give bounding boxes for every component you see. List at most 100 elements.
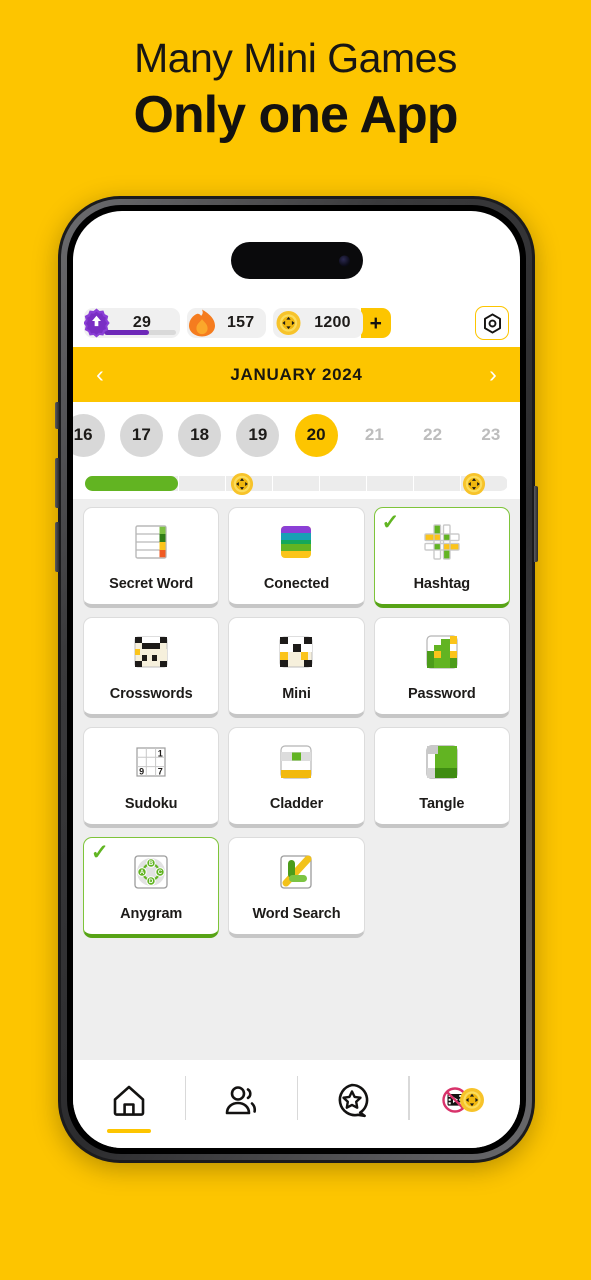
month-title: JANUARY 2024 xyxy=(230,364,363,384)
nav-item-home[interactable] xyxy=(73,1074,185,1133)
cladder-icon xyxy=(275,741,317,788)
game-card-label: Word Search xyxy=(252,905,341,922)
mini-crossword-icon xyxy=(275,631,317,678)
game-card[interactable]: Conected xyxy=(228,507,365,608)
coin-icon xyxy=(276,310,301,336)
game-area: Secret Word Conected ✓ Hashtag Crosswords Min… xyxy=(73,499,520,1060)
hashtag-icon xyxy=(421,521,463,568)
day-number: 19 xyxy=(236,413,280,457)
coins-chip[interactable]: 1200 xyxy=(273,308,363,338)
game-card-label: Anygram xyxy=(120,905,183,922)
phone-power-button xyxy=(534,486,538,562)
game-card-label: Sudoku xyxy=(124,795,178,812)
phone-volume-down-button xyxy=(55,522,59,572)
game-card-label: Password xyxy=(407,685,476,702)
svg-text:C: C xyxy=(158,870,163,876)
nav-item-remove-ads[interactable] xyxy=(408,1074,520,1126)
conected-icon xyxy=(275,521,317,568)
settings-gear-icon xyxy=(483,312,501,334)
reward-coin-marker[interactable] xyxy=(230,472,253,495)
settings-button[interactable] xyxy=(475,306,509,340)
dynamic-island xyxy=(230,242,363,279)
day-cell[interactable]: 21 xyxy=(345,414,403,457)
remove-ads-coin-icon xyxy=(442,1087,485,1113)
completed-check-icon: ✓ xyxy=(91,841,109,864)
month-bar: ‹ JANUARY 2024 › xyxy=(73,347,520,402)
day-number: 23 xyxy=(481,425,501,444)
game-card[interactable]: Secret Word xyxy=(83,507,220,608)
status-bar: 29 157 1200 + xyxy=(73,299,520,347)
svg-text:7: 7 xyxy=(158,766,163,776)
anygram-icon: BA CD xyxy=(130,851,172,898)
front-camera-icon xyxy=(338,255,350,266)
phone-screen: 29 157 1200 + ‹ JANUARY 2024 › 16 17 18 … xyxy=(73,211,520,1148)
reward-segment xyxy=(367,476,414,491)
day-cell[interactable]: 22 xyxy=(404,414,462,457)
next-month-button[interactable]: › xyxy=(482,363,504,386)
day-number: 17 xyxy=(119,413,163,457)
level-chip[interactable]: 29 xyxy=(84,308,180,338)
nav-item-friends[interactable] xyxy=(184,1074,297,1126)
reward-segment xyxy=(414,476,461,491)
game-card[interactable]: ✓ B A C D Anygram xyxy=(83,837,220,938)
game-card[interactable]: Cladder xyxy=(228,727,365,828)
reward-progress-bar xyxy=(73,468,520,499)
game-card[interactable]: ✓ Hashtag xyxy=(373,507,510,608)
streak-value: 157 xyxy=(227,314,255,331)
level-star-icon xyxy=(84,308,110,338)
bottom-nav xyxy=(73,1060,520,1148)
home-icon xyxy=(113,1085,145,1116)
game-card-label: Tangle xyxy=(419,795,465,812)
game-card-label: Hashtag xyxy=(413,575,471,592)
phone-volume-up-button xyxy=(55,458,59,508)
reward-fill xyxy=(85,476,179,491)
day-cell[interactable]: 20 xyxy=(287,413,345,457)
word-search-icon xyxy=(275,851,317,898)
nav-active-indicator xyxy=(106,1129,151,1133)
svg-text:9: 9 xyxy=(139,766,144,776)
day-number: 21 xyxy=(364,425,384,444)
game-card-label: Cladder xyxy=(269,795,324,812)
reward-segment xyxy=(179,476,226,491)
day-cell[interactable]: 18 xyxy=(171,413,229,457)
nav-item-achievements[interactable] xyxy=(296,1074,409,1126)
day-strip[interactable]: 16 17 18 19 20 21 22 23 xyxy=(73,402,520,468)
svg-text:D: D xyxy=(149,879,154,885)
svg-text:B: B xyxy=(149,861,154,867)
game-card[interactable]: Tangle xyxy=(373,727,510,828)
phone-mockup: 29 157 1200 + ‹ JANUARY 2024 › 16 17 18 … xyxy=(55,196,538,1163)
game-grid[interactable]: Secret Word Conected ✓ Hashtag Crosswords Min… xyxy=(83,507,510,938)
reward-segment xyxy=(273,476,320,491)
phone-bezel: 29 157 1200 + ‹ JANUARY 2024 › 16 17 18 … xyxy=(67,205,526,1154)
day-cell[interactable]: 16 xyxy=(73,413,112,457)
game-card-label: Conected xyxy=(263,575,330,592)
coins-value: 1200 xyxy=(314,314,351,331)
sudoku-icon: 1 9 7 xyxy=(130,741,172,788)
svg-text:1: 1 xyxy=(158,748,163,758)
headline-line-2: Only one App xyxy=(133,86,458,145)
fire-icon xyxy=(189,309,215,337)
day-cell[interactable]: 19 xyxy=(229,413,287,457)
game-card-label: Mini xyxy=(282,685,311,702)
game-card[interactable]: 1 9 7 Sudoku xyxy=(83,727,220,828)
level-progress-bar xyxy=(104,330,176,335)
day-cell[interactable]: 17 xyxy=(112,413,170,457)
add-coins-button[interactable]: + xyxy=(360,308,391,338)
reward-coin-marker[interactable] xyxy=(463,472,486,495)
prev-month-button[interactable]: ‹ xyxy=(89,363,111,386)
day-number: 20 xyxy=(294,413,338,457)
game-card[interactable]: Password xyxy=(373,617,510,718)
secret-word-icon xyxy=(130,521,172,568)
day-cell[interactable]: 23 xyxy=(462,414,520,457)
coin-group: 1200 + xyxy=(273,308,391,338)
reward-track[interactable] xyxy=(85,472,508,495)
day-number: 16 xyxy=(73,413,105,457)
crosswords-icon xyxy=(130,631,172,678)
completed-check-icon: ✓ xyxy=(381,511,400,534)
streak-chip[interactable]: 157 xyxy=(187,308,267,338)
reward-segment xyxy=(320,476,367,491)
game-card[interactable]: Crosswords xyxy=(83,617,220,718)
tangle-icon xyxy=(421,741,463,788)
game-card[interactable]: Mini xyxy=(228,617,365,718)
game-card[interactable]: Word Search xyxy=(228,837,365,938)
